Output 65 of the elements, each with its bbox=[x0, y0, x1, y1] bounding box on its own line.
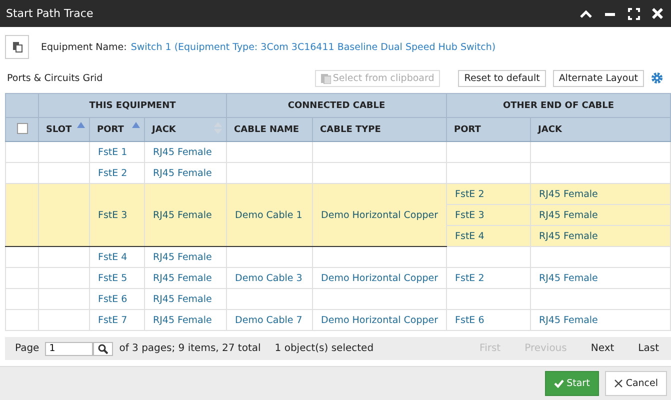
table-cell: Demo Cable 7 bbox=[235, 314, 302, 326]
column-header[interactable]: CABLE TYPE bbox=[312, 118, 447, 142]
selection-count: 1 object(s) selected bbox=[274, 343, 374, 354]
group-header: THIS EQUIPMENT bbox=[38, 94, 227, 118]
table-cell: FstE 7 bbox=[98, 314, 128, 326]
table-cell: RJ45 Female bbox=[153, 272, 212, 284]
table-cell: FstE 1 bbox=[98, 146, 128, 158]
close-icon[interactable] bbox=[652, 8, 663, 19]
equipment-link[interactable]: Switch 1 (Equipment Type: 3Com 3C16411 Baseline Dual Speed Hub Switch) bbox=[130, 42, 496, 52]
table-cell: RJ45 Female bbox=[539, 314, 598, 326]
toolbar-button[interactable]: Reset to default bbox=[458, 70, 546, 86]
page-summary: of 3 pages; 9 items, 27 total bbox=[119, 343, 261, 354]
table-cell: RJ45 Female bbox=[153, 146, 212, 158]
cancel-button[interactable]: Cancel bbox=[604, 371, 667, 396]
table-cell: RJ45 Female bbox=[153, 294, 212, 304]
collapse-icon[interactable] bbox=[580, 8, 592, 18]
copy-icon bbox=[11, 41, 23, 53]
column-header[interactable]: JACK bbox=[144, 118, 227, 142]
table-cell: RJ45 Female bbox=[539, 188, 598, 200]
table-cell: FstE 2 bbox=[98, 168, 128, 178]
equipment-button[interactable] bbox=[5, 35, 29, 59]
search-button[interactable] bbox=[93, 342, 114, 356]
table-cell: RJ45 Female bbox=[153, 252, 212, 262]
page-input[interactable]: 1 bbox=[45, 342, 94, 356]
column-header[interactable]: CABLE NAME bbox=[226, 118, 313, 142]
table-cell: FstE 2 bbox=[455, 272, 484, 284]
column-header[interactable]: SLOT bbox=[38, 118, 90, 142]
table-cell: RJ45 Female bbox=[539, 230, 598, 242]
close-icon bbox=[614, 379, 623, 388]
table-cell: FstE 6 bbox=[98, 294, 128, 304]
table-cell: FstE 3 bbox=[98, 210, 128, 220]
table-cell: RJ45 Female bbox=[539, 272, 598, 284]
pager-link[interactable]: Last bbox=[626, 343, 671, 354]
table-cell: Demo Horizontal Copper bbox=[321, 272, 438, 284]
table-cell: FstE 4 bbox=[455, 230, 484, 242]
group-header: OTHER END OF CABLE bbox=[446, 94, 670, 118]
clipboard-icon bbox=[320, 72, 331, 84]
table-cell: FstE 2 bbox=[455, 188, 484, 200]
column-header[interactable]: JACK bbox=[530, 118, 670, 142]
pager-link[interactable]: Next bbox=[578, 343, 626, 354]
table-cell: FstE 5 bbox=[98, 272, 128, 284]
select-all-checkbox[interactable] bbox=[16, 122, 28, 134]
table-cell: Demo Horizontal Copper bbox=[321, 210, 438, 220]
table-cell: FstE 4 bbox=[98, 252, 128, 262]
group-header: CONNECTED CABLE bbox=[226, 94, 447, 118]
table-cell: RJ45 Female bbox=[539, 210, 598, 220]
checkmark-icon bbox=[554, 379, 564, 388]
search-icon bbox=[98, 344, 108, 354]
table-cell: FstE 6 bbox=[455, 314, 484, 326]
table-cell: Demo Cable 1 bbox=[235, 210, 302, 220]
table-cell: RJ45 Female bbox=[153, 314, 212, 326]
table-cell: RJ45 Female bbox=[153, 210, 212, 220]
maximize-icon[interactable] bbox=[628, 8, 640, 20]
equipment-label: Equipment Name: bbox=[41, 42, 127, 52]
settings-icon[interactable] bbox=[651, 72, 663, 84]
grid-title: Ports & Circuits Grid bbox=[7, 72, 103, 84]
table-cell: RJ45 Female bbox=[153, 168, 212, 178]
column-header[interactable]: PORT bbox=[446, 118, 531, 142]
table-cell: FstE 3 bbox=[455, 210, 484, 220]
window-title: Start Path Trace bbox=[6, 7, 94, 20]
column-header[interactable]: PORT bbox=[90, 118, 144, 142]
page-label: Page bbox=[15, 343, 40, 354]
toolbar-button[interactable]: Alternate Layout bbox=[552, 70, 644, 86]
table-cell: Demo Cable 3 bbox=[235, 272, 302, 284]
table-cell: Demo Horizontal Copper bbox=[321, 314, 438, 326]
